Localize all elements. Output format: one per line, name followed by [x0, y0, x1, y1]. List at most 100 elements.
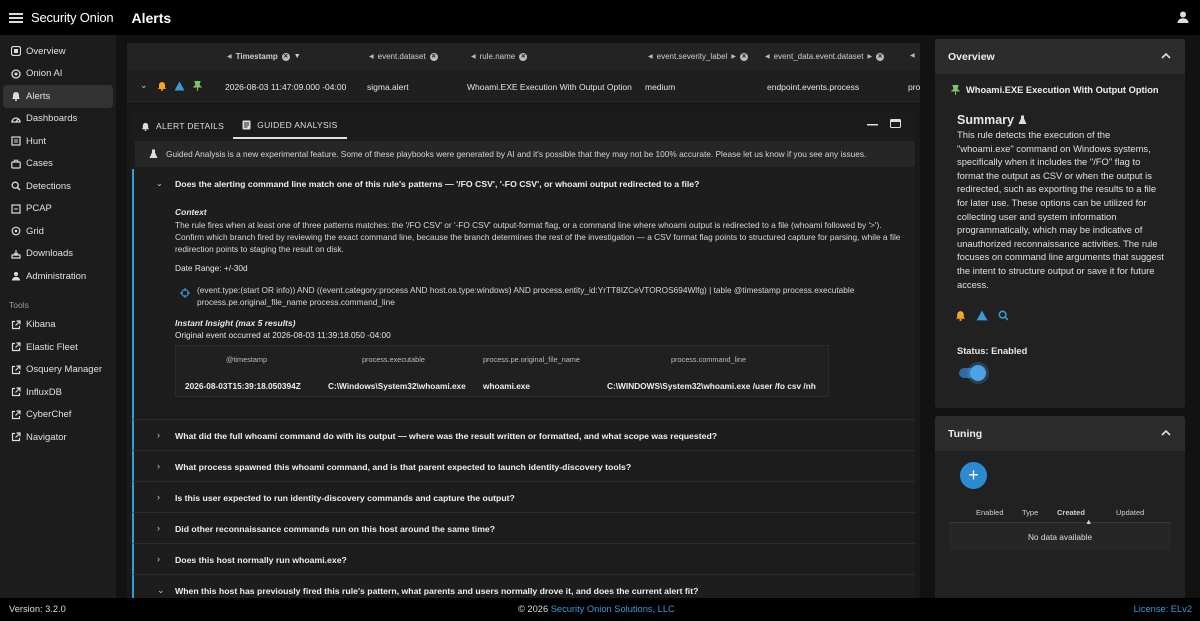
- footer: Version: 3.2.0 © 2026 Security Onion Sol…: [0, 598, 1200, 621]
- page-title: Alerts: [131, 9, 172, 26]
- escalate-bell-icon[interactable]: [955, 310, 966, 321]
- acknowledge-icon[interactable]: [174, 81, 185, 91]
- insight-cell: C:\Windows\System32\whoami.exe: [328, 381, 466, 391]
- collapse-chevron-icon[interactable]: ⌄: [140, 80, 148, 91]
- question-title: Does this host normally run whoami.exe?: [175, 555, 347, 565]
- chevron-up-icon[interactable]: [1161, 51, 1171, 61]
- table-row[interactable]: ⌄ 2026-08-03 11:47:09.000 -04:00 sigma.a…: [127, 70, 920, 102]
- sidebar-tool-elastic-fleet[interactable]: Elastic Fleet: [3, 336, 113, 359]
- sidebar-item-hunt[interactable]: Hunt: [3, 130, 113, 153]
- tuning-col-type[interactable]: Type: [1022, 508, 1038, 517]
- crosshair-icon[interactable]: [180, 288, 190, 298]
- sidebar-item-label: Grid: [26, 225, 44, 237]
- tuning-header[interactable]: Tuning: [935, 416, 1185, 451]
- right-panel: Overview Whoami.EXE Execution With Outpu…: [935, 39, 1185, 601]
- experimental-notice: Guided Analysis is a new experimental fe…: [135, 141, 915, 167]
- column-header-event-dataset[interactable]: ◀ event.dataset ✕: [369, 52, 438, 61]
- question-collapsed[interactable]: › What process spawned this whoami comman…: [132, 450, 915, 481]
- chevron-down-icon[interactable]: ⌄: [156, 179, 163, 188]
- pin-icon: [951, 85, 960, 95]
- sidebar-item-alerts[interactable]: Alerts: [3, 85, 113, 108]
- sidebar-tool-navigator[interactable]: Navigator: [3, 426, 113, 449]
- move-right-icon[interactable]: ▶: [867, 53, 872, 60]
- sidebar-item-pcap[interactable]: PCAP: [3, 198, 113, 221]
- column-label: Timestamp: [235, 52, 278, 61]
- external-link-icon: [10, 342, 21, 353]
- remove-column-icon[interactable]: ✕: [429, 52, 438, 61]
- remove-column-icon[interactable]: ✕: [876, 52, 885, 61]
- column-header-timestamp[interactable]: ◀ Timestamp ✕ ▼: [227, 52, 301, 61]
- sidebar-item-overview[interactable]: Overview: [3, 40, 113, 63]
- sidebar-tool-kibana[interactable]: Kibana: [3, 314, 113, 337]
- column-header-more[interactable]: ◀: [910, 52, 915, 59]
- question-collapsed[interactable]: › What did the full whoami command do wit…: [132, 419, 915, 450]
- escalate-bell-icon[interactable]: [157, 81, 167, 91]
- hunt-query[interactable]: (event.type:(start OR info)) AND ((event…: [197, 284, 897, 308]
- sidebar-item-label: Osquery Manager: [26, 364, 103, 376]
- sidebar-item-grid[interactable]: Grid: [3, 220, 113, 243]
- sidebar-item-detections[interactable]: Detections: [3, 175, 113, 198]
- insight-col-header: process.executable: [362, 355, 425, 364]
- sidebar-tool-influxdb[interactable]: InfluxDB: [3, 381, 113, 404]
- insight-cell: C:\WINDOWS\System32\whoami.exe /user /fo…: [607, 381, 816, 391]
- license-link[interactable]: License: ELv2: [1134, 604, 1192, 614]
- remove-column-icon[interactable]: ✕: [739, 52, 748, 61]
- menu-icon[interactable]: [9, 12, 23, 23]
- move-right-icon[interactable]: ▶: [731, 53, 736, 60]
- context-heading: Context: [175, 207, 207, 217]
- company-link[interactable]: Security Onion Solutions, LLC: [551, 604, 675, 614]
- move-left-icon[interactable]: ◀: [910, 52, 915, 59]
- sidebar-item-downloads[interactable]: Downloads: [3, 243, 113, 266]
- column-header-event-data-dataset[interactable]: ◀ event_data.event.dataset ▶ ✕: [765, 52, 885, 61]
- tab-alert-details[interactable]: ALERT DETAILS: [132, 113, 233, 139]
- tuning-col-enabled[interactable]: Enabled: [976, 508, 1004, 517]
- remove-column-icon[interactable]: ✕: [281, 52, 290, 61]
- tab-guided-analysis[interactable]: GUIDED ANALYSIS: [233, 113, 347, 139]
- user-icon[interactable]: [1176, 10, 1190, 24]
- sidebar-item-dashboards[interactable]: Dashboards: [3, 108, 113, 131]
- move-left-icon[interactable]: ◀: [369, 53, 374, 60]
- acknowledge-icon[interactable]: [976, 310, 988, 321]
- search-icon[interactable]: [998, 310, 1009, 321]
- add-tuning-button[interactable]: +: [960, 462, 987, 489]
- question-collapsed[interactable]: › Does this host normally run whoami.exe?: [132, 543, 915, 574]
- column-header-rule-name[interactable]: ◀ rule.name ✕: [471, 52, 528, 61]
- move-left-icon[interactable]: ◀: [765, 53, 770, 60]
- sidebar-item-label: Kibana: [26, 319, 56, 331]
- column-label: event.severity_label: [656, 52, 728, 61]
- column-label: event_data.event.dataset: [773, 52, 864, 61]
- pin-icon[interactable]: [193, 81, 202, 91]
- overview-rule-name: Whoami.EXE Execution With Output Option: [966, 85, 1159, 95]
- question-collapsed[interactable]: ⌄ When this host has previously fired thi…: [132, 574, 915, 598]
- bell-icon: [10, 91, 21, 102]
- minimize-icon[interactable]: [867, 122, 878, 126]
- question-collapsed[interactable]: › Is this user expected to run identity-d…: [132, 481, 915, 512]
- enabled-toggle[interactable]: [957, 364, 987, 382]
- question-title[interactable]: Does the alerting command line match one…: [175, 179, 699, 189]
- overview-actions: [955, 310, 1009, 321]
- sidebar-item-label: Hunt: [26, 135, 47, 147]
- remove-column-icon[interactable]: ✕: [519, 52, 528, 61]
- move-left-icon[interactable]: ◀: [471, 53, 476, 60]
- question-collapsed[interactable]: › Did other reconnaissance commands run o…: [132, 512, 915, 543]
- sort-desc-icon[interactable]: ▼: [294, 53, 301, 60]
- maximize-icon[interactable]: [890, 119, 901, 128]
- document-icon: [242, 120, 251, 130]
- move-left-icon[interactable]: ◀: [227, 53, 232, 60]
- overview-header[interactable]: Overview: [935, 39, 1185, 74]
- notice-text: Guided Analysis is a new experimental fe…: [166, 149, 867, 159]
- tuning-col-updated[interactable]: Updated: [1116, 508, 1144, 517]
- column-header-severity[interactable]: ◀ event.severity_label ▶ ✕: [648, 52, 748, 61]
- external-link-icon: [10, 409, 21, 420]
- tuning-col-created[interactable]: Created ▲: [1057, 508, 1092, 526]
- sidebar-tool-cyberchef[interactable]: CyberChef: [3, 404, 113, 427]
- flask-icon: [149, 149, 158, 158]
- sidebar-item-onion-ai[interactable]: Onion AI: [3, 63, 113, 86]
- chevron-up-icon[interactable]: [1161, 428, 1171, 438]
- sidebar-item-administration[interactable]: Administration: [3, 265, 113, 288]
- sidebar-tool-osquery-manager[interactable]: Osquery Manager: [3, 359, 113, 382]
- column-label: rule.name: [479, 52, 516, 61]
- sidebar-item-cases[interactable]: Cases: [3, 153, 113, 176]
- move-left-icon[interactable]: ◀: [648, 53, 653, 60]
- tab-label: ALERT DETAILS: [156, 121, 225, 131]
